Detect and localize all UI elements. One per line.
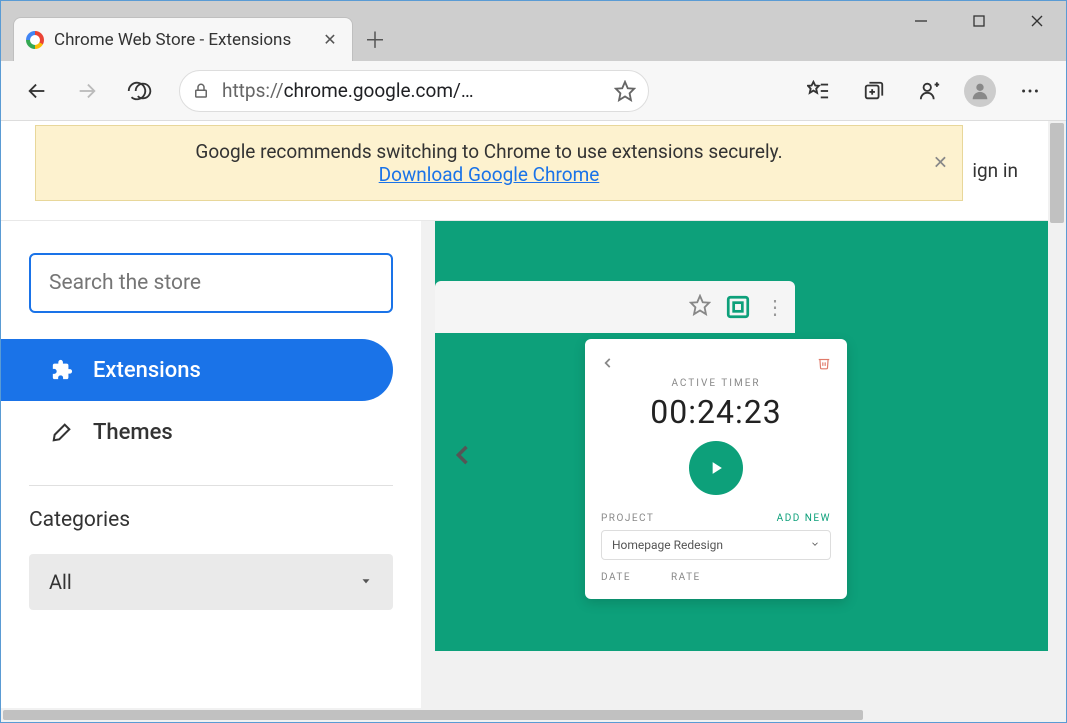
forward-button[interactable] [65, 69, 109, 113]
chevron-down-icon [810, 538, 820, 552]
minimize-button[interactable] [892, 1, 950, 41]
download-chrome-link[interactable]: Download Google Chrome [379, 163, 600, 186]
close-banner-icon[interactable]: ✕ [933, 153, 948, 174]
search-box[interactable] [29, 253, 393, 313]
toolbar: https://chrome.google.com/… [1, 61, 1066, 121]
nav-label: Extensions [93, 358, 201, 383]
person-icon[interactable] [908, 69, 952, 113]
timer-popup: ACTIVE TIMER 00:24:23 PROJECT ADD NEW Ho… [585, 339, 847, 599]
favorite-star-icon[interactable] [614, 80, 636, 102]
sign-in-link[interactable]: ign in [972, 159, 1018, 182]
nav-extensions[interactable]: Extensions [1, 339, 393, 401]
project-value: Homepage Redesign [612, 538, 723, 552]
sidebar: Extensions Themes Categories All [1, 221, 421, 708]
nav-themes[interactable]: Themes [1, 401, 393, 463]
close-window-button[interactable] [1008, 1, 1066, 41]
puzzle-icon [51, 359, 73, 381]
categories-heading: Categories [29, 508, 393, 532]
category-dropdown[interactable]: All [29, 554, 393, 610]
recommendation-banner: Google recommends switching to Chrome to… [35, 125, 963, 201]
project-select[interactable]: Homepage Redesign [601, 530, 831, 560]
new-tab-button[interactable]: ＋ [353, 17, 397, 61]
extension-logo-icon [725, 294, 751, 320]
maximize-button[interactable] [950, 1, 1008, 41]
title-bar: Chrome Web Store - Extensions ✕ ＋ [1, 1, 1066, 61]
feature-area: ⋮ ACTIVE TIMER 00:24:23 [421, 221, 1048, 708]
search-input[interactable] [49, 271, 373, 295]
browser-tab[interactable]: Chrome Web Store - Extensions ✕ [13, 17, 353, 61]
date-label: DATE [601, 572, 631, 583]
trash-icon[interactable] [817, 355, 831, 374]
back-icon[interactable] [601, 355, 615, 374]
tab-title: Chrome Web Store - Extensions [54, 30, 312, 50]
lock-icon [192, 82, 210, 100]
profile-avatar[interactable] [964, 75, 996, 107]
play-button[interactable] [689, 441, 743, 495]
url-text: https://chrome.google.com/… [222, 79, 602, 102]
divider [29, 485, 393, 486]
kebab-icon: ⋮ [765, 295, 783, 319]
timer-value: 00:24:23 [601, 393, 831, 431]
horizontal-scrollbar[interactable] [1, 708, 1048, 722]
mock-browser-bar: ⋮ [435, 281, 795, 333]
project-label: PROJECT [601, 513, 654, 524]
feature-card[interactable]: ⋮ ACTIVE TIMER 00:24:23 [435, 221, 1066, 651]
brush-icon [51, 421, 73, 443]
favorites-list-icon[interactable] [796, 69, 840, 113]
collections-icon[interactable] [852, 69, 896, 113]
address-bar[interactable]: https://chrome.google.com/… [179, 70, 649, 112]
add-new-link[interactable]: ADD NEW [777, 513, 831, 524]
timer-label: ACTIVE TIMER [601, 378, 831, 389]
carousel-prev-button[interactable] [449, 441, 477, 473]
close-tab-icon[interactable]: ✕ [322, 32, 338, 48]
rate-label: RATE [671, 572, 701, 583]
chrome-favicon-icon [26, 31, 44, 49]
vertical-scrollbar[interactable] [1048, 121, 1066, 722]
banner-text: Google recommends switching to Chrome to… [56, 140, 922, 163]
more-menu-icon[interactable] [1008, 69, 1052, 113]
star-icon [689, 294, 711, 320]
dropdown-value: All [49, 570, 72, 594]
nav-label: Themes [93, 420, 173, 445]
caret-down-icon [359, 573, 373, 592]
back-button[interactable] [15, 69, 59, 113]
